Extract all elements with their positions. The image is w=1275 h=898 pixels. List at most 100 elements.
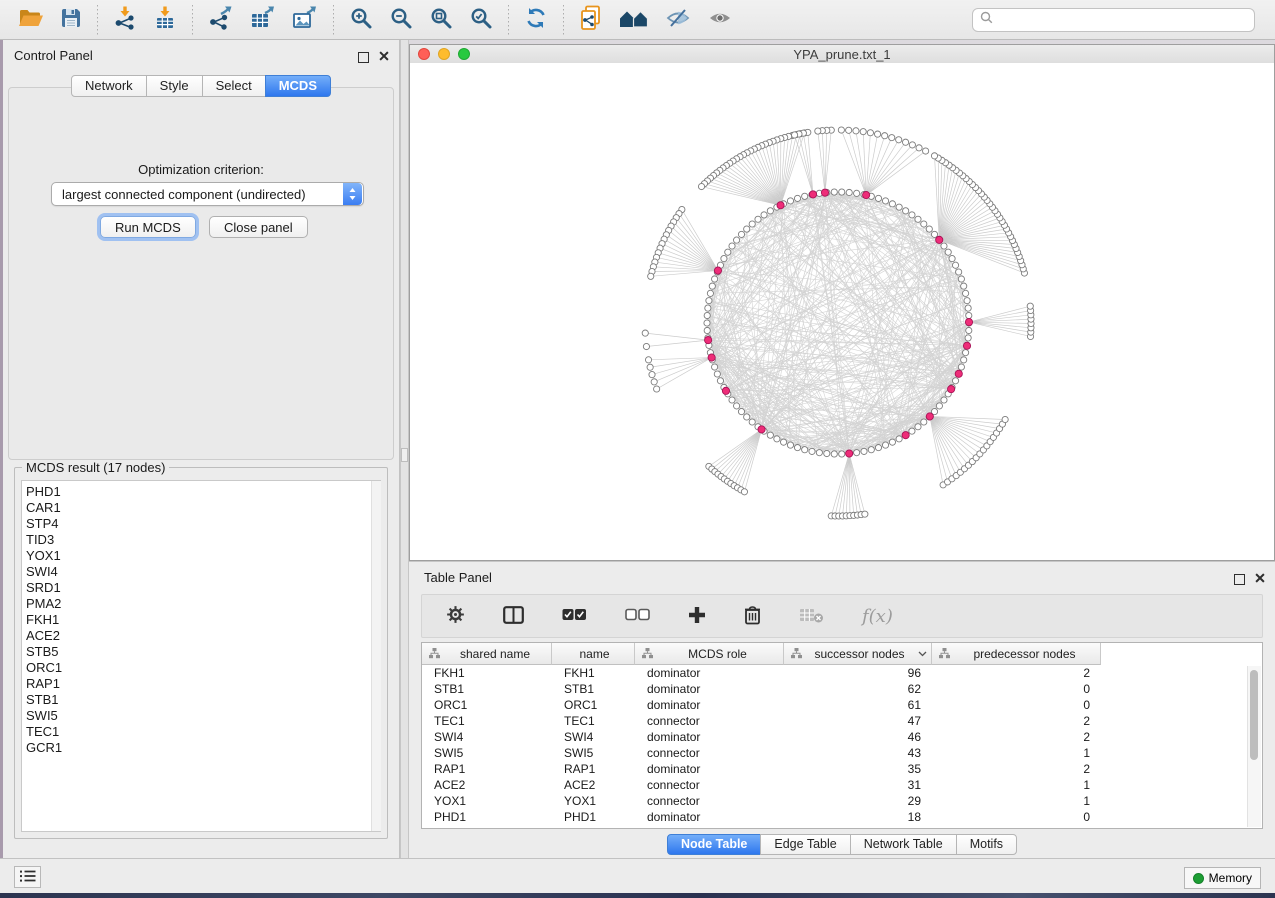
network-node[interactable] <box>767 208 773 214</box>
mcds-result-item[interactable]: TEC1 <box>26 724 380 740</box>
network-canvas[interactable] <box>410 63 1274 560</box>
network-node[interactable] <box>889 439 895 445</box>
network-satellite-node[interactable] <box>647 364 653 370</box>
network-node[interactable] <box>896 436 902 442</box>
network-hub-node[interactable] <box>758 426 765 433</box>
export-table-button[interactable] <box>244 4 282 35</box>
network-node[interactable] <box>956 269 962 275</box>
show-eye-button[interactable] <box>701 4 739 35</box>
network-node[interactable] <box>794 195 800 201</box>
export-network-button[interactable] <box>202 4 240 35</box>
mcds-result-item[interactable]: ACE2 <box>26 628 380 644</box>
mcds-result-list[interactable]: PHD1CAR1STP4TID3YOX1SWI4SRD1PMA2FKH1ACE2… <box>21 480 381 832</box>
tab-edge-table[interactable]: Edge Table <box>760 834 850 855</box>
network-node[interactable] <box>831 451 837 457</box>
mcds-result-item[interactable]: STB5 <box>26 644 380 660</box>
network-satellite-node[interactable] <box>649 371 655 377</box>
network-hub-node[interactable] <box>722 387 729 394</box>
tab-network[interactable]: Network <box>71 75 147 97</box>
network-satellite-node[interactable] <box>1027 303 1033 309</box>
network-node[interactable] <box>854 190 860 196</box>
network-hub-node[interactable] <box>948 385 955 392</box>
network-node[interactable] <box>709 283 715 289</box>
tab-select[interactable]: Select <box>202 75 266 97</box>
table-scrollbar[interactable] <box>1247 666 1261 827</box>
network-hub-node[interactable] <box>705 336 712 343</box>
network-satellite-node[interactable] <box>862 511 868 517</box>
network-satellite-node[interactable] <box>643 343 649 349</box>
network-satellite-node[interactable] <box>909 142 915 148</box>
tab-node-table[interactable]: Node Table <box>667 834 761 855</box>
table-scrollbar-thumb[interactable] <box>1250 670 1258 760</box>
delete-table-button[interactable] <box>793 605 830 628</box>
splitter-grip[interactable] <box>401 448 408 462</box>
zoom-out-button[interactable] <box>383 4 419 35</box>
table-row[interactable]: FKH1FKH1dominator962 <box>422 665 1262 681</box>
network-node[interactable] <box>839 451 845 457</box>
mcds-result-item[interactable]: PHD1 <box>26 484 380 500</box>
table-row[interactable]: ORC1ORC1dominator610 <box>422 697 1262 713</box>
network-node[interactable] <box>744 226 750 232</box>
network-window-titlebar[interactable]: YPA_prune.txt_1 <box>410 45 1274 64</box>
network-satellite-node[interactable] <box>815 128 821 134</box>
network-node[interactable] <box>787 442 793 448</box>
search-box[interactable] <box>972 8 1255 32</box>
show-columns-button[interactable] <box>497 604 530 629</box>
network-hub-node[interactable] <box>965 318 972 325</box>
table-settings-button[interactable] <box>440 603 471 629</box>
network-node[interactable] <box>846 189 852 195</box>
export-image-button[interactable] <box>286 4 324 35</box>
mcds-result-item[interactable]: CAR1 <box>26 500 380 516</box>
mcds-result-item[interactable]: STB1 <box>26 692 380 708</box>
table-row[interactable]: SWI4SWI4dominator462 <box>422 729 1262 745</box>
mcds-result-item[interactable]: GCR1 <box>26 740 380 756</box>
network-node[interactable] <box>941 397 947 403</box>
network-node[interactable] <box>774 436 780 442</box>
network-node[interactable] <box>889 201 895 207</box>
network-node[interactable] <box>749 221 755 227</box>
network-node[interactable] <box>903 208 909 214</box>
network-node[interactable] <box>794 444 800 450</box>
select-all-button[interactable] <box>556 606 593 626</box>
tab-motifs[interactable]: Motifs <box>956 834 1017 855</box>
network-node[interactable] <box>712 364 718 370</box>
network-node[interactable] <box>962 290 968 296</box>
network-node[interactable] <box>780 439 786 445</box>
network-node[interactable] <box>809 448 815 454</box>
search-input[interactable] <box>998 12 1254 28</box>
refresh-layout-button[interactable] <box>518 4 554 35</box>
network-node[interactable] <box>964 298 970 304</box>
float-panel-icon[interactable] <box>358 52 369 63</box>
network-node[interactable] <box>915 424 921 430</box>
network-node[interactable] <box>896 204 902 210</box>
tab-mcds[interactable]: MCDS <box>265 75 331 97</box>
network-node[interactable] <box>733 403 739 409</box>
network-node[interactable] <box>952 262 958 268</box>
network-node[interactable] <box>958 364 964 370</box>
network-satellite-node[interactable] <box>867 130 873 136</box>
network-node[interactable] <box>704 327 710 333</box>
mcds-result-item[interactable]: SWI5 <box>26 708 380 724</box>
network-satellite-node[interactable] <box>931 153 937 159</box>
mcds-result-item[interactable]: ORC1 <box>26 660 380 676</box>
network-node[interactable] <box>909 428 915 434</box>
mcds-result-item[interactable]: FKH1 <box>26 612 380 628</box>
network-node[interactable] <box>824 450 830 456</box>
network-satellite-node[interactable] <box>846 127 852 133</box>
network-node[interactable] <box>931 231 937 237</box>
network-hub-node[interactable] <box>955 370 962 377</box>
network-node[interactable] <box>712 276 718 282</box>
panel-splitter[interactable] <box>400 40 409 858</box>
mcds-result-item[interactable]: YOX1 <box>26 548 380 564</box>
network-satellite-node[interactable] <box>654 386 660 392</box>
network-node[interactable] <box>961 357 967 363</box>
network-node[interactable] <box>909 212 915 218</box>
memory-button[interactable]: Memory <box>1184 867 1261 889</box>
table-row[interactable]: SWI5SWI5connector431 <box>422 745 1262 761</box>
network-satellite-node[interactable] <box>896 137 902 143</box>
network-satellite-node[interactable] <box>860 129 866 135</box>
network-node[interactable] <box>962 350 968 356</box>
network-hub-node[interactable] <box>936 236 943 243</box>
network-satellite-node[interactable] <box>642 330 648 336</box>
network-node[interactable] <box>705 305 711 311</box>
